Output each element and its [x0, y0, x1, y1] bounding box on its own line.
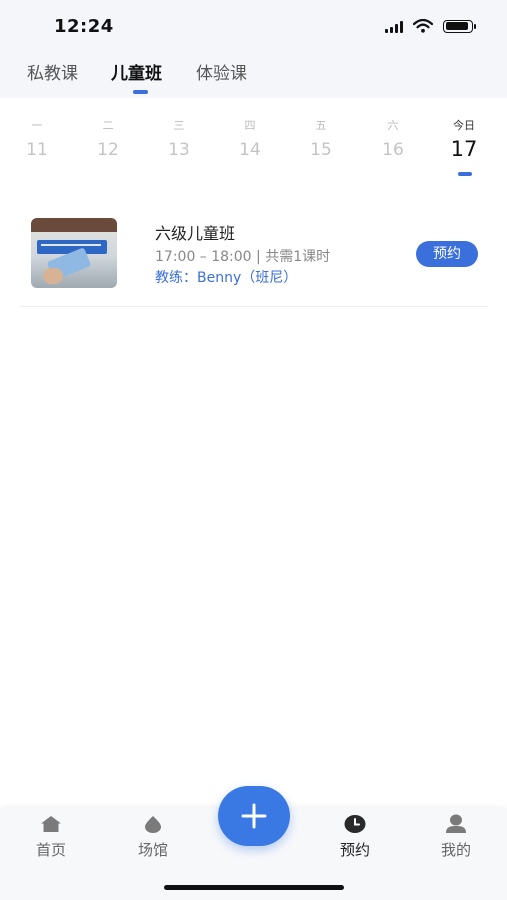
- tabbar-item-mine[interactable]: 我的: [426, 814, 486, 860]
- day-item[interactable]: 一 11: [12, 118, 62, 160]
- home-icon: [41, 816, 61, 832]
- book-button[interactable]: 预约: [416, 241, 478, 267]
- date-number: 14: [239, 140, 261, 160]
- tab-trial-lesson[interactable]: 体验课: [196, 59, 247, 84]
- venue-drop-icon: [145, 816, 161, 833]
- status-bar: 12:24: [0, 0, 507, 52]
- tabbar-label: 首页: [35, 841, 66, 859]
- class-type-tabs: 私教课 儿童班 体验课: [0, 52, 507, 98]
- weekday-label: 三: [173, 119, 185, 132]
- plus-icon: [241, 803, 267, 829]
- user-icon: [446, 814, 466, 833]
- add-fab-button[interactable]: [218, 786, 290, 846]
- clock-icon: [344, 815, 366, 833]
- date-number: 17: [450, 137, 478, 161]
- day-item[interactable]: 五 15: [296, 118, 346, 160]
- weekday-label: 今日: [453, 119, 475, 132]
- tab-kids-class[interactable]: 儿童班: [111, 59, 162, 84]
- weekday-label: 一: [31, 119, 43, 132]
- date-number: 11: [26, 140, 48, 160]
- selected-day-indicator: [458, 172, 472, 176]
- home-indicator: [164, 885, 344, 890]
- date-number: 13: [168, 140, 190, 160]
- course-time: 17:00 – 18:00 | 共需1课时: [155, 249, 331, 265]
- tabbar-label: 预约: [339, 841, 370, 859]
- battery-icon: [443, 19, 476, 33]
- status-time: 12:24: [54, 16, 114, 37]
- wifi-icon: [413, 19, 433, 33]
- active-tab-indicator: [133, 90, 148, 94]
- status-icons: [385, 19, 476, 33]
- weekday-label: 六: [387, 119, 399, 132]
- date-number: 15: [310, 140, 332, 160]
- day-item[interactable]: 四 14: [225, 118, 275, 160]
- course-title: 六级儿童班: [155, 224, 236, 243]
- day-item[interactable]: 二 12: [83, 118, 133, 160]
- tabbar-item-venue[interactable]: 场馆: [123, 814, 183, 860]
- tabbar-item-home[interactable]: 首页: [21, 814, 81, 860]
- day-item-today[interactable]: 今日 17: [439, 118, 489, 161]
- date-number: 12: [97, 140, 119, 160]
- tabbar-label: 我的: [440, 841, 471, 859]
- course-card[interactable]: 六级儿童班 17:00 – 18:00 | 共需1课时 教练：Benny（班尼）…: [20, 206, 488, 307]
- course-thumbnail: [31, 218, 117, 288]
- day-item[interactable]: 六 16: [368, 118, 418, 160]
- day-item[interactable]: 三 13: [154, 118, 204, 160]
- cellular-signal-icon: [385, 20, 403, 33]
- weekday-label: 二: [102, 119, 114, 132]
- tab-private-lesson[interactable]: 私教课: [27, 59, 78, 84]
- tabbar-item-booking[interactable]: 预约: [325, 814, 385, 860]
- tabbar-label: 场馆: [137, 841, 168, 859]
- weekday-label: 五: [315, 119, 327, 132]
- course-coach: 教练：Benny（班尼）: [155, 270, 298, 286]
- weekday-label: 四: [244, 119, 256, 132]
- date-selector: 一 11 二 12 三 13 四 14 五 15 六 16 今日 17: [0, 118, 507, 178]
- date-number: 16: [382, 140, 404, 160]
